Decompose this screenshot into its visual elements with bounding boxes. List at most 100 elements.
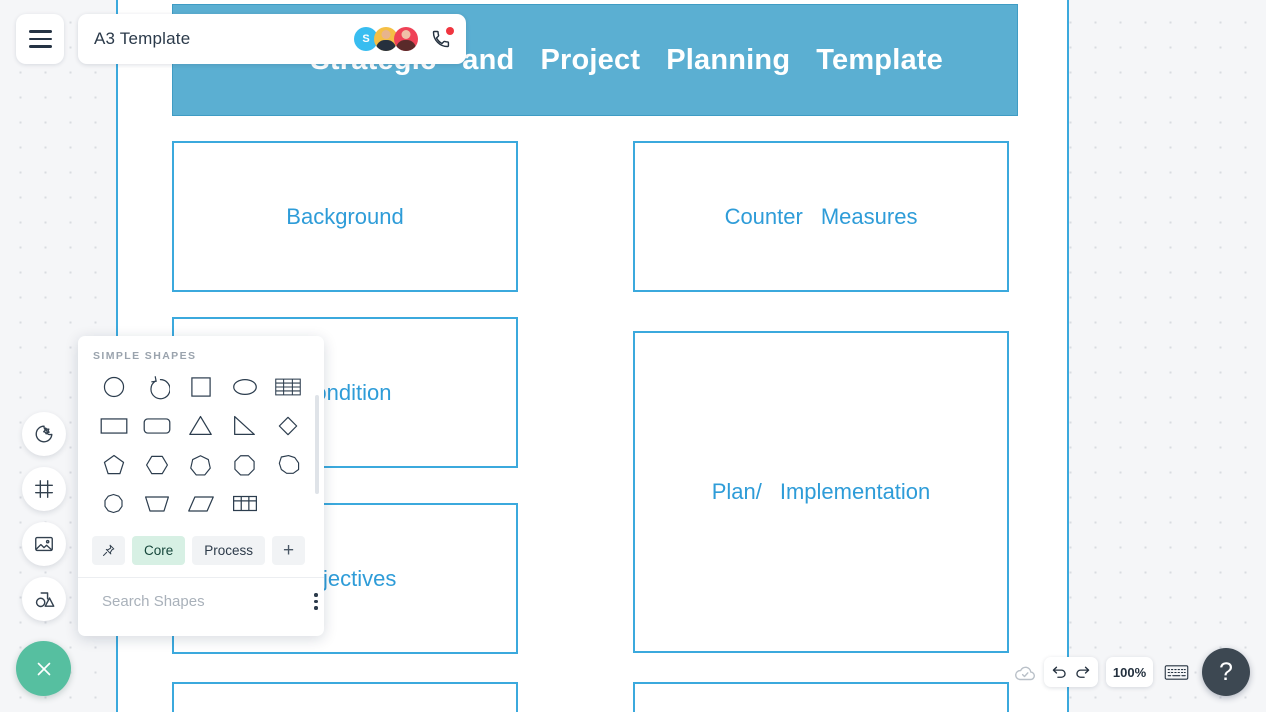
document-title-bar: A3 Template S <box>78 14 466 64</box>
frame-icon <box>35 480 53 498</box>
canvas-box-counter-measures[interactable]: Counter Measures <box>633 141 1009 292</box>
canvas-box-label-part: Plan/ <box>711 479 762 504</box>
close-icon <box>37 662 50 675</box>
parallelogram-shape-icon <box>188 495 214 512</box>
shape-trapezoid[interactable] <box>136 487 180 520</box>
image-icon <box>35 536 53 552</box>
shape-table-lines[interactable] <box>266 370 310 403</box>
tab-process[interactable]: Process <box>192 536 266 565</box>
shapes-panel-tabs: Core Process + <box>78 530 324 578</box>
canvas-box-label: Background <box>286 203 404 229</box>
close-panel-button[interactable] <box>16 641 71 696</box>
pin-icon <box>103 544 115 556</box>
shape-rounded-rectangle[interactable] <box>136 409 180 442</box>
zoom-level-button[interactable]: 100% <box>1106 657 1153 687</box>
sidebar-item-shapes[interactable] <box>22 577 66 621</box>
shapes-icon <box>35 591 54 607</box>
kebab-dot <box>314 593 318 597</box>
shape-decagon[interactable] <box>92 487 136 520</box>
canvas-box-plan-implementation[interactable]: Plan/Implementation <box>633 331 1009 653</box>
shape-pentagon[interactable] <box>92 448 136 481</box>
shapes-search-row <box>78 578 324 625</box>
canvas-box-partial-left[interactable] <box>172 682 518 712</box>
heptagon-shape-icon <box>190 455 212 476</box>
shape-heptagon[interactable] <box>179 448 223 481</box>
shapes-panel-heading: SIMPLE SHAPES <box>93 350 197 362</box>
notification-badge <box>446 27 454 35</box>
shapes-grid-wrapper <box>78 362 324 530</box>
shape-right-triangle[interactable] <box>223 409 267 442</box>
document-title[interactable]: A3 Template <box>94 29 354 49</box>
table-lines-shape-icon <box>275 378 301 395</box>
avatar-silhouette <box>376 40 396 51</box>
shapes-panel-more-button[interactable] <box>311 590 321 613</box>
sticker-icon <box>35 425 53 443</box>
shape-circle[interactable] <box>92 370 136 403</box>
shapes-panel-scrollbar[interactable] <box>315 395 319 494</box>
shape-rectangle[interactable] <box>92 409 136 442</box>
shape-table[interactable] <box>223 487 267 520</box>
ellipse-shape-icon <box>232 378 257 395</box>
canvas-box-label: Counter Measures <box>725 204 918 230</box>
diamond-shape-icon <box>278 416 298 435</box>
nonagon-shape-icon <box>278 455 299 474</box>
tab-core[interactable]: Core <box>132 536 186 565</box>
canvas-box-partial-right[interactable] <box>633 682 1009 712</box>
pentagon-shape-icon <box>103 454 124 474</box>
search-shapes-input[interactable] <box>102 592 301 610</box>
sidebar-item-frames[interactable] <box>22 467 66 511</box>
undo-redo-group <box>1044 657 1098 687</box>
canvas-box-background[interactable]: Background <box>172 141 518 292</box>
avatar-initial: S <box>362 33 370 45</box>
avatar[interactable] <box>394 27 418 51</box>
shape-parallelogram[interactable] <box>179 487 223 520</box>
canvas-box-label-part: Implementation <box>779 479 931 504</box>
hamburger-menu-button[interactable] <box>16 14 64 64</box>
trapezoid-shape-icon <box>145 495 170 512</box>
keyboard-icon <box>1164 664 1188 680</box>
shapes-grid <box>78 362 324 520</box>
shape-diamond[interactable] <box>266 409 310 442</box>
sidebar-item-stickers[interactable] <box>22 412 66 456</box>
hamburger-icon-bar <box>28 37 52 41</box>
avatar-silhouette-head <box>401 30 411 39</box>
shape-hexagon[interactable] <box>136 448 180 481</box>
tool-rail <box>22 412 66 632</box>
cloud-check-icon <box>1015 666 1035 681</box>
undo-icon <box>1052 666 1066 678</box>
canvas-box-label-part: Measures <box>820 203 918 229</box>
redo-icon <box>1076 666 1090 678</box>
add-tab-button[interactable]: + <box>272 536 306 565</box>
hamburger-icon-bar <box>28 30 52 33</box>
canvas-box-label: Plan/Implementation <box>712 479 931 505</box>
octagon-shape-icon <box>234 455 255 476</box>
right-triangle-shape-icon <box>234 415 256 436</box>
shape-nonagon[interactable] <box>266 448 310 481</box>
arc-shape-icon <box>150 375 171 399</box>
circle-shape-icon <box>103 376 124 397</box>
shapes-panel: SIMPLE SHAPES Core Process + Search Shap… <box>78 336 324 636</box>
undo-button[interactable] <box>1050 663 1069 682</box>
decagon-shape-icon <box>104 493 123 514</box>
shape-square[interactable] <box>179 370 223 403</box>
shape-triangle[interactable] <box>179 409 223 442</box>
banner-word: and <box>462 43 515 76</box>
square-shape-icon <box>191 376 211 397</box>
kebab-dot <box>314 606 318 610</box>
keyboard-shortcuts-button[interactable] <box>1163 660 1189 684</box>
banner-word: Planning <box>666 43 791 76</box>
save-status-indicator <box>1012 660 1038 686</box>
sidebar-item-images[interactable] <box>22 522 66 566</box>
redo-button[interactable] <box>1073 663 1092 682</box>
shape-arc[interactable] <box>136 370 180 403</box>
table-shape-icon <box>232 495 257 512</box>
banner-word: Project <box>540 43 641 76</box>
shape-ellipse[interactable] <box>223 370 267 403</box>
whiteboard-app: StrategicandProjectPlanningTemplate Back… <box>0 0 1266 712</box>
tab-pinned[interactable] <box>92 536 125 565</box>
avatar-silhouette <box>396 40 416 51</box>
shape-octagon[interactable] <box>223 448 267 481</box>
help-button[interactable]: ? <box>1202 648 1250 696</box>
phone-call-button[interactable] <box>428 26 454 52</box>
canvas-box-label-part: Counter <box>724 203 803 229</box>
